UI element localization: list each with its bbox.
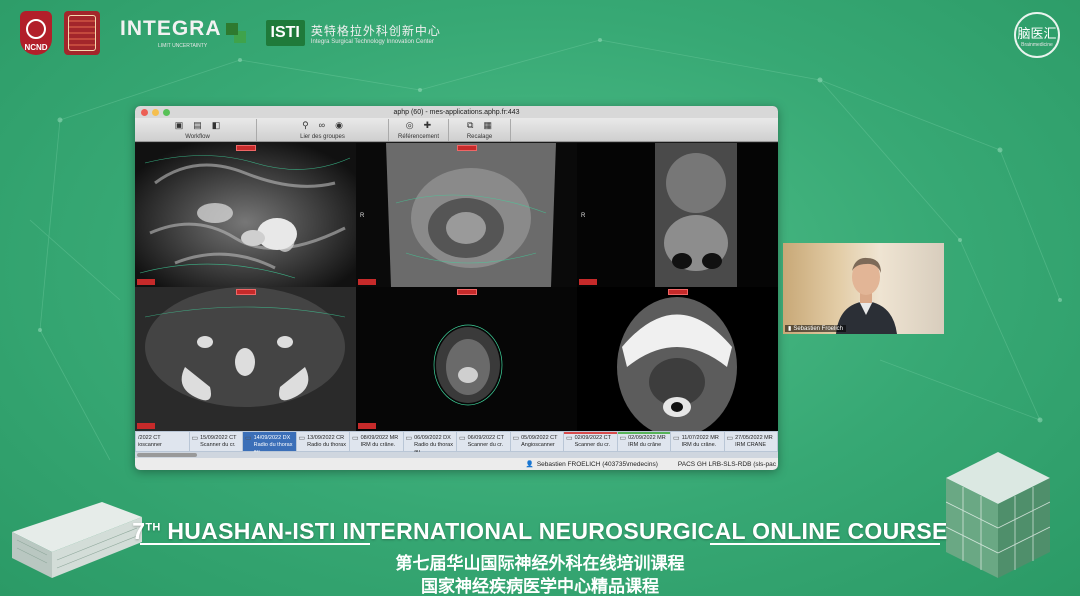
toolbar-group-label: Workflow <box>185 134 210 140</box>
toolbar-group-workflow[interactable]: ▣ ▤ ◧ Workflow <box>139 119 257 141</box>
study-item[interactable]: ▭ 08/09/2022 MR IRM du crâne. <box>350 432 403 451</box>
toolbar-group-label: Référencement <box>397 134 440 140</box>
mic-icon: ▮ <box>788 326 792 332</box>
target-icon[interactable]: ◎ <box>406 120 414 131</box>
viewer-toolbar: ▣ ▤ ◧ Workflow ⚲ ∞ ◉ Lier des groupes ◎ ✚ Réf… <box>135 118 778 142</box>
viewport-marker <box>235 289 256 295</box>
film-icon: ▭ <box>619 435 627 442</box>
toolbar-group-reference[interactable]: ◎ ✚ Référencement <box>389 119 449 141</box>
pacs-viewer-window: aphp (60) - mes-applications.aphp.fr:443… <box>135 106 778 470</box>
viewport-axial-mr[interactable] <box>135 143 356 287</box>
link-icon[interactable]: ⚲ <box>302 120 309 131</box>
isti-logo-chinese: 英特格拉外科创新中心 <box>310 23 441 38</box>
course-title-chinese: 第七届华山国际神经外科在线培训课程 <box>395 554 685 573</box>
toolbar-group-label: Recalage <box>466 134 493 140</box>
study-item[interactable]: ▭ 11/07/2022 MR IRM du crâne. <box>671 432 724 451</box>
overlay-icon[interactable]: ▦ <box>483 120 492 131</box>
course-title: 7TH HUASHAN-ISTI INTERNATIONAL NEUROSURG… <box>0 518 1080 545</box>
orientation-label: R <box>581 213 586 219</box>
chain-icon[interactable]: ∞ <box>319 120 325 131</box>
film-icon: ▭ <box>191 435 199 442</box>
viewport-marker <box>456 289 477 295</box>
isti-logo-box: ISTI <box>265 20 305 46</box>
viewport-badge <box>137 423 155 429</box>
brainmedicine-logo-chinese: 脑医汇 <box>1017 25 1057 41</box>
course-number: 7 <box>132 518 146 544</box>
course-subtitle-chinese: 国家神经疾病医学中心精品课程 <box>421 577 659 596</box>
study-item[interactable]: /2022 CT ioscanner <box>136 432 189 451</box>
viewport-marker <box>235 145 256 151</box>
huashan-hospital-logo <box>64 11 100 55</box>
toolbar-group-link[interactable]: ⚲ ∞ ◉ Lier des groupes <box>257 119 389 141</box>
toolbar-group-label: Lier des groupes <box>300 134 345 140</box>
film-icon: ▭ <box>298 435 306 442</box>
study-timeline: /2022 CT ioscanner ▭ 15/09/2022 CT Scanner … <box>135 431 778 455</box>
viewport-active-mr[interactable]: R <box>356 143 577 287</box>
study-item[interactable]: ▭ 02/09/2022 CT Scanner du cr. <box>564 432 617 451</box>
film-icon: ▭ <box>673 435 680 442</box>
title-divider-left <box>140 543 370 545</box>
status-site: PACS GH LRB-SLS-RDB (sls-pac <box>677 460 776 468</box>
brainmedicine-logo-english: Brainmedicine <box>1021 41 1053 48</box>
speaker-video-tile: ▮ Sebastien Froelich <box>783 243 944 334</box>
sponsor-logos: NCND INTEGRA LIMIT UNCERTAINTY ISTI 英特格拉… <box>20 10 441 56</box>
person-icon: 👤 <box>525 461 534 468</box>
study-item-selected[interactable]: ▭14/09/2022 DXRadio du thorax au. <box>243 432 296 455</box>
integra-logo-text: INTEGRA <box>120 17 222 40</box>
viewport-badge <box>358 279 376 285</box>
window-titlebar: aphp (60) - mes-applications.aphp.fr:443 <box>135 106 778 118</box>
layout-icon[interactable]: ▤ <box>193 120 202 131</box>
viewport-axial-ct[interactable] <box>577 287 778 431</box>
study-item[interactable]: ▭ 06/09/2022 CT Scanner du cr. <box>457 432 510 451</box>
film-icon: ▭ <box>726 435 734 442</box>
viewport-axial-small[interactable] <box>356 287 577 431</box>
film-icon: ▭ <box>512 435 520 442</box>
sync-icon[interactable]: ◉ <box>335 120 343 131</box>
orientation-label: R <box>360 213 365 219</box>
viewport-badge <box>579 279 597 285</box>
speaker-name-label: ▮ Sebastien Froelich <box>785 325 847 332</box>
crosshair-icon[interactable]: ✚ <box>424 120 432 131</box>
film-icon: ▭ <box>566 435 573 442</box>
study-item[interactable]: ▭ 13/09/2022 CR Radio du thorax <box>296 432 349 451</box>
study-item[interactable]: ▭ 05/09/2022 CT Angioscanner <box>510 432 563 451</box>
viewport-grid: R R <box>135 143 778 431</box>
integra-logo: INTEGRA LIMIT UNCERTAINTY <box>120 17 238 49</box>
viewport-badge <box>358 423 376 429</box>
display-icon[interactable]: ◧ <box>212 120 221 131</box>
status-user-text: Sebastien FROELICH (403735\medecins) <box>536 460 658 468</box>
viewport-axial-t1[interactable] <box>135 287 356 431</box>
ncnd-logo: NCND <box>20 11 52 55</box>
window-title: aphp (60) - mes-applications.aphp.fr:443 <box>393 108 520 116</box>
status-bar: 👤 Sebastien FROELICH (403735\medecins) P… <box>135 458 778 470</box>
study-item[interactable]: ▭ 02/09/2022 MR IRM du crâne <box>617 432 670 451</box>
registration-icon[interactable]: ⧉ <box>467 120 473 131</box>
film-icon: ▭ <box>352 435 359 442</box>
viewport-badge <box>137 279 155 285</box>
speaker-video <box>836 257 897 334</box>
film-icon: ▭ <box>245 435 252 442</box>
viewport-marker <box>456 145 477 151</box>
course-ordinal: TH <box>145 521 161 534</box>
toolbar-group-registration[interactable]: ⧉ ▦ Recalage <box>449 119 511 141</box>
film-icon: ▭ <box>459 435 466 442</box>
ncnd-logo-text: NCND <box>24 43 48 52</box>
film-icon: ▭ <box>405 435 413 442</box>
study-item[interactable]: ▭06/09/2022 DXRadio du thorax au. <box>403 432 456 455</box>
study-item[interactable]: ▭ 27/05/2022 MR IRM CRANE <box>724 432 777 451</box>
isti-logo: ISTI 英特格拉外科创新中心 Integra Surgical Technol… <box>265 20 441 46</box>
speaker-name: Sebastien Froelich <box>793 325 844 332</box>
isti-logo-english: Integra Surgical Technology Innovation C… <box>310 38 434 45</box>
study-item[interactable]: ▭ 15/09/2022 CT Scanner du cr. <box>189 432 242 451</box>
viewport-coronal-mr[interactable]: R <box>577 143 778 287</box>
status-user: 👤 Sebastien FROELICH (403735\medecins) <box>525 460 658 469</box>
integra-logo-subtext: LIMIT UNCERTAINTY <box>158 43 208 49</box>
title-divider-right <box>710 543 940 545</box>
brainmedicine-logo: 脑医汇 Brainmedicine <box>1014 12 1060 58</box>
viewport-marker <box>667 289 688 295</box>
workflow-icon[interactable]: ▣ <box>175 120 184 131</box>
course-title-text: HUASHAN-ISTI INTERNATIONAL NEUROSURGICAL… <box>167 518 948 544</box>
